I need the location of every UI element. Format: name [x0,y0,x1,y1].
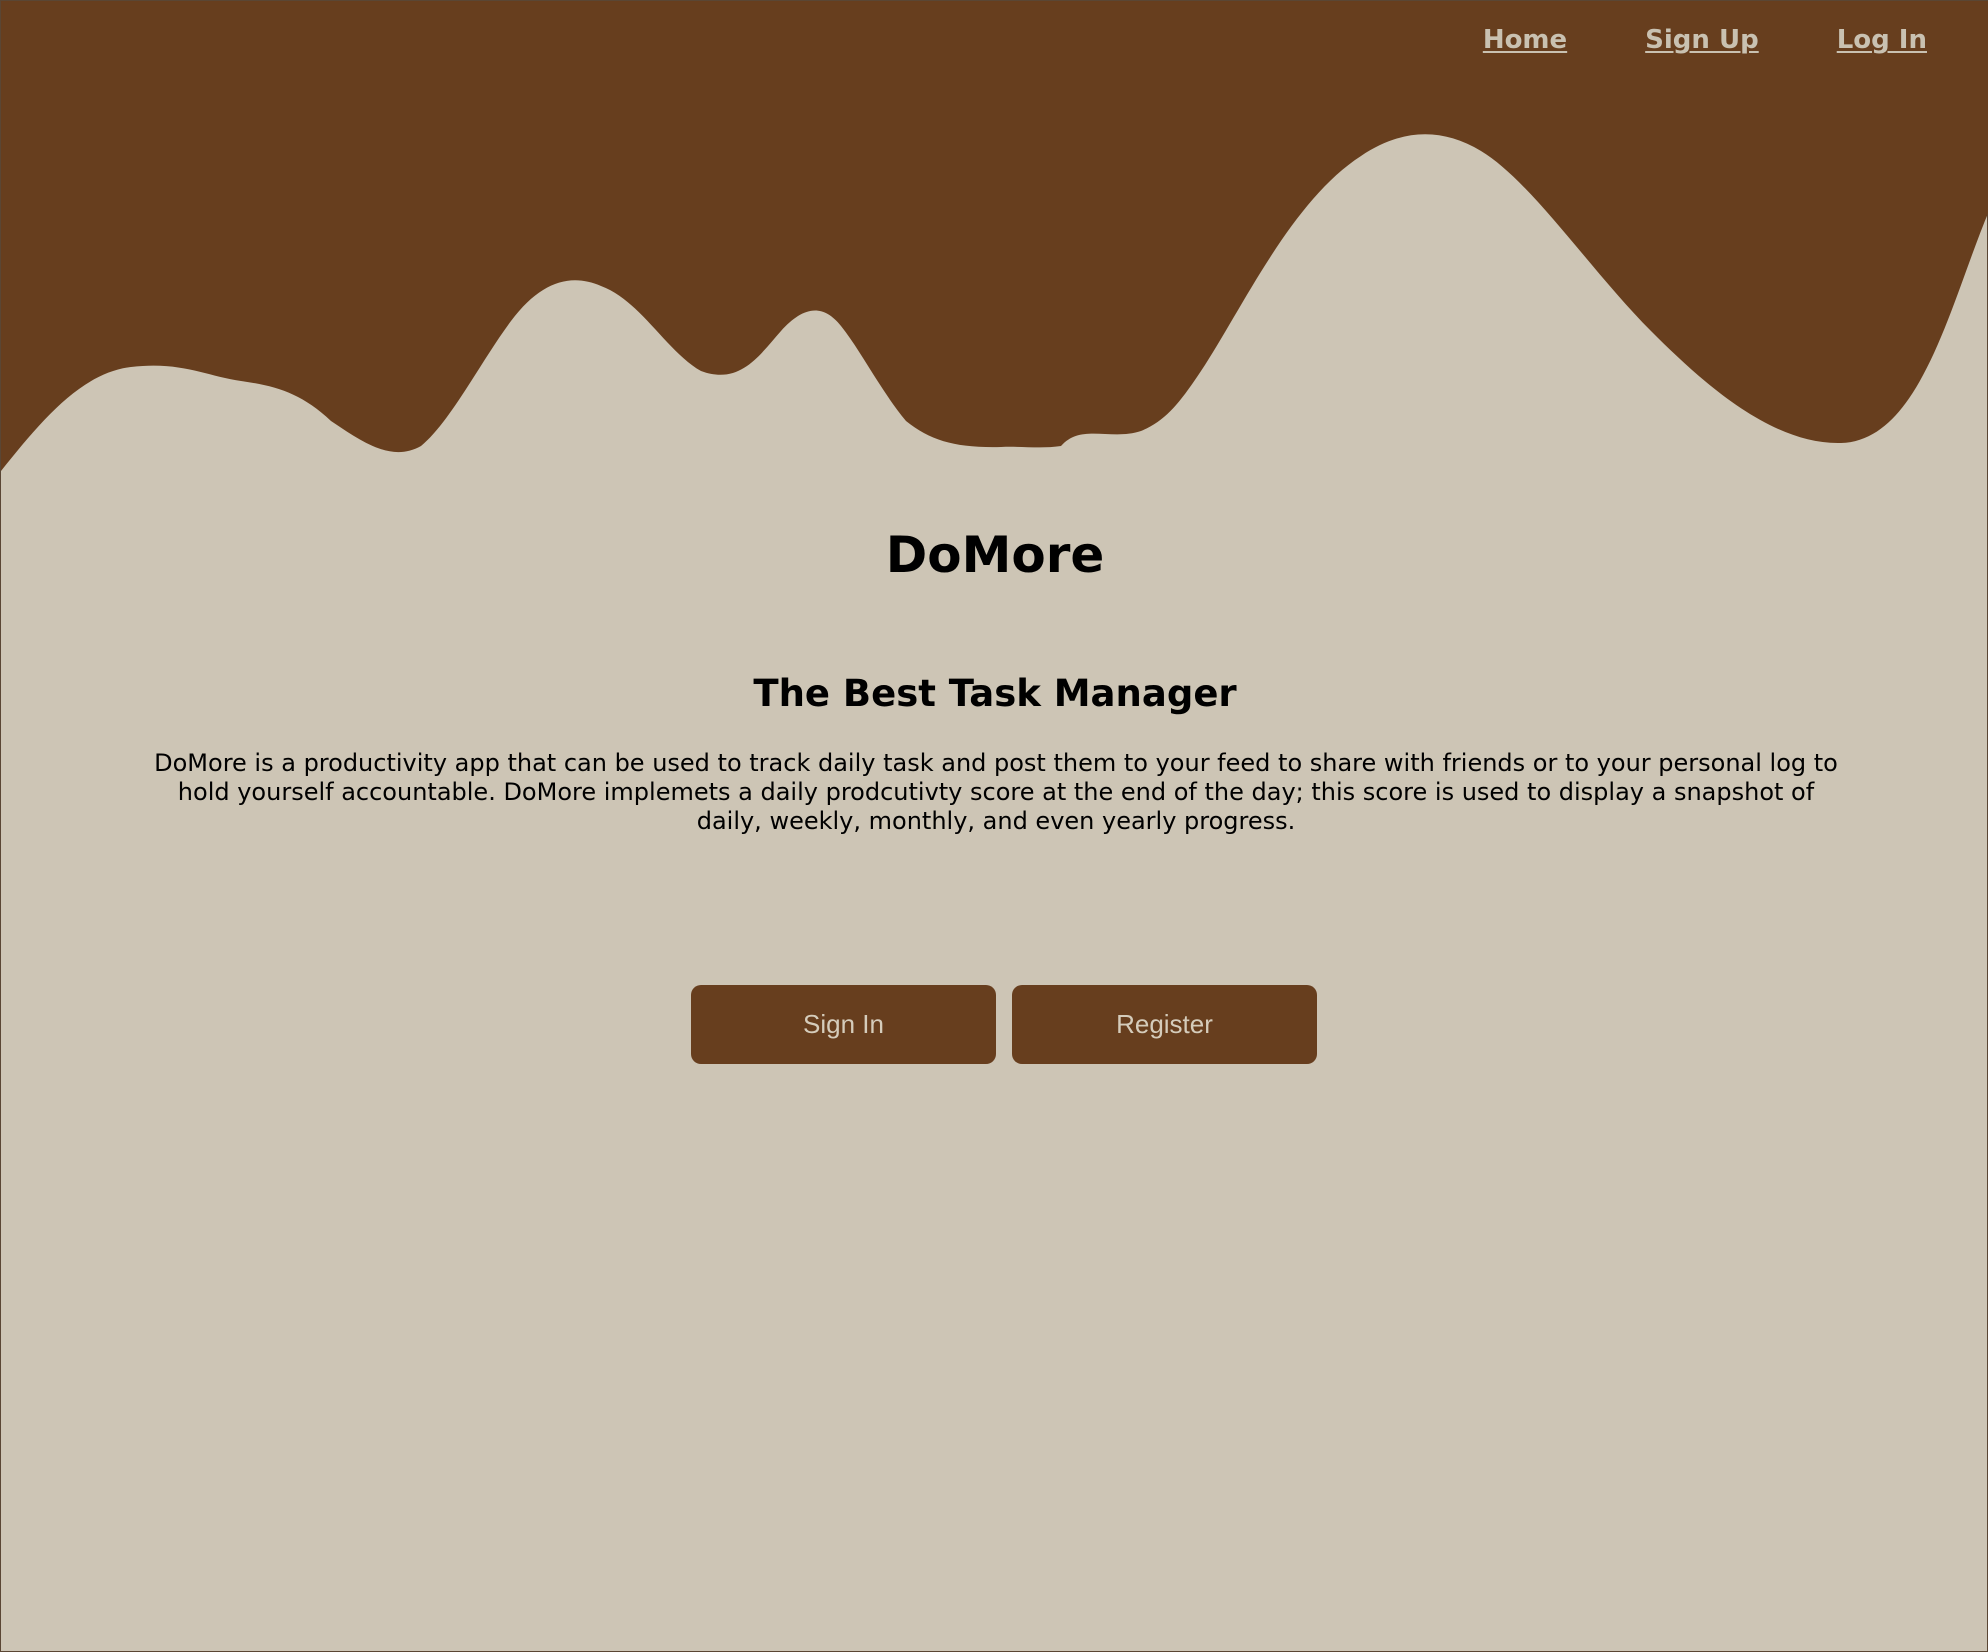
register-button[interactable]: Register [1012,985,1317,1064]
nav-home-link[interactable]: Home [1483,25,1567,55]
sign-in-button[interactable]: Sign In [691,985,996,1064]
tagline-heading: The Best Task Manager [753,672,1237,715]
nav-log-in-link[interactable]: Log In [1837,25,1927,55]
top-nav: Home Sign Up Log In [1483,25,1927,55]
header-wave-decoration [1,1,1988,471]
app-title: DoMore [885,526,1105,584]
hero-section: DoMore The Best Task Manager DoMore is a… [1,521,1988,835]
nav-sign-up-link[interactable]: Sign Up [1645,25,1759,55]
app-description: DoMore is a productivity app that can be… [154,749,1838,835]
auth-button-group: Sign In Register [691,985,1317,1064]
